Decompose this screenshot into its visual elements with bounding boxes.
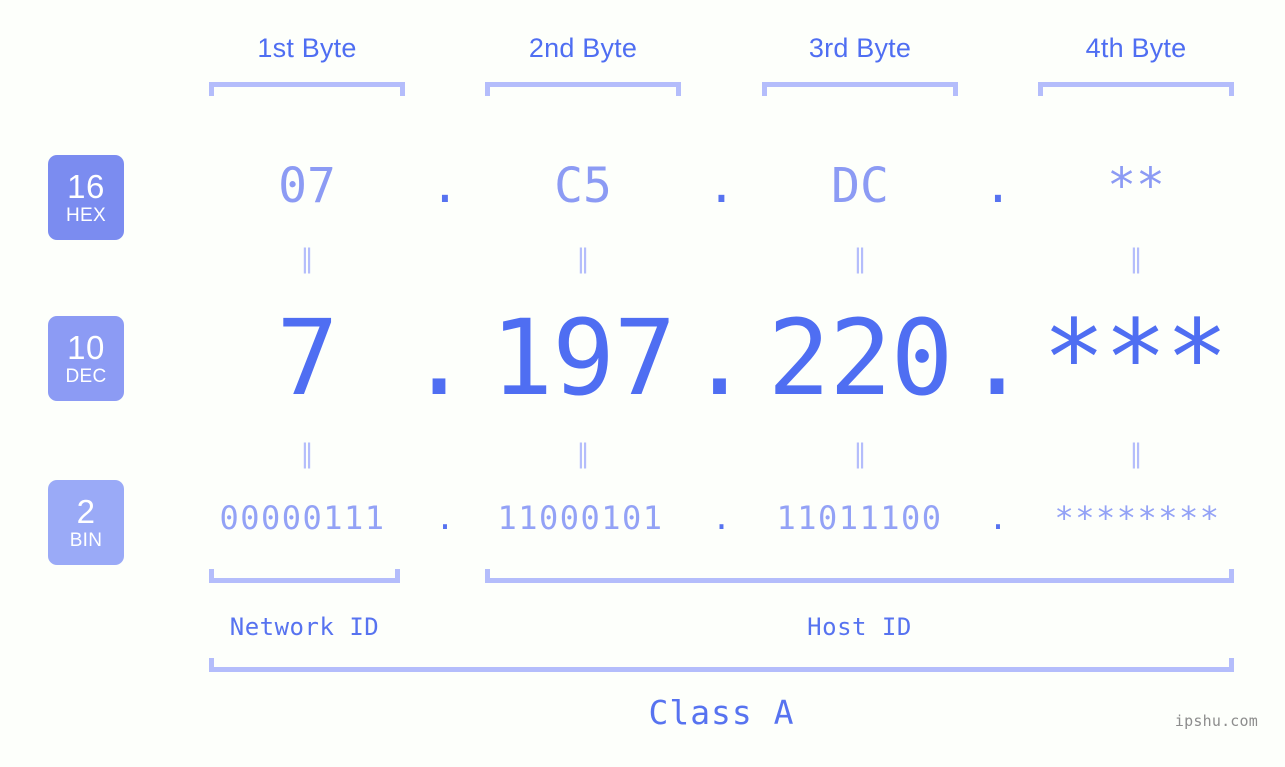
bin-byte-2: 11000101 <box>497 499 664 537</box>
dec-byte-2: 197 <box>490 297 677 419</box>
bin-separator-3: . <box>988 499 1008 537</box>
host-id-label: Host ID <box>807 613 912 641</box>
equals-mark-dec-bin-1: ‖ <box>300 439 314 469</box>
base-badge-bin-label: BIN <box>69 530 103 551</box>
byte-bracket-1 <box>209 82 405 96</box>
equals-mark-hex-dec-3: ‖ <box>853 244 867 274</box>
byte-bracket-3 <box>762 82 958 96</box>
bin-separator-1: . <box>435 499 455 537</box>
bin-byte-1: 00000111 <box>219 499 386 537</box>
equals-mark-dec-bin-2: ‖ <box>576 439 590 469</box>
hex-byte-1: 07 <box>278 158 336 214</box>
byte-header-3: 3rd Byte <box>808 33 912 63</box>
dec-separator-2: . <box>688 297 751 419</box>
dec-byte-1: 7 <box>276 297 339 419</box>
byte-header-1: 1st Byte <box>257 33 357 63</box>
equals-mark-hex-dec-1: ‖ <box>300 244 314 274</box>
hex-byte-3: DC <box>831 158 889 214</box>
byte-bracket-2 <box>485 82 681 96</box>
host-id-bracket <box>485 569 1234 583</box>
bin-byte-3: 11011100 <box>776 499 943 537</box>
base-badge-dec: 10 DEC <box>48 316 124 401</box>
byte-bracket-4 <box>1038 82 1234 96</box>
bin-separator-2: . <box>711 499 732 537</box>
network-id-label: Network ID <box>229 613 380 641</box>
bin-byte-4: ******** <box>1054 499 1221 537</box>
dec-separator-3: . <box>965 297 1029 419</box>
hex-separator-2: . <box>707 158 736 214</box>
hex-byte-2: C5 <box>554 158 612 214</box>
equals-mark-dec-bin-3: ‖ <box>853 439 867 469</box>
dec-separator-1: . <box>407 297 471 419</box>
equals-mark-hex-dec-2: ‖ <box>576 244 590 274</box>
base-badge-hex-number: 16 <box>67 168 105 205</box>
dec-byte-4: *** <box>1042 297 1229 419</box>
class-bracket <box>209 658 1234 672</box>
dec-byte-3: 220 <box>767 297 954 419</box>
hex-byte-4: ** <box>1107 158 1165 214</box>
base-badge-bin: 2 BIN <box>48 480 124 565</box>
hex-separator-3: . <box>983 158 1013 214</box>
base-badge-dec-number: 10 <box>67 329 105 366</box>
class-label: Class A <box>648 693 795 732</box>
site-watermark: ipshu.com <box>1174 712 1258 730</box>
network-id-bracket <box>209 569 400 583</box>
base-badge-dec-label: DEC <box>65 366 107 387</box>
byte-header-2: 2nd Byte <box>528 33 638 63</box>
equals-mark-hex-dec-4: ‖ <box>1129 244 1143 274</box>
byte-header-4: 4th Byte <box>1085 33 1187 63</box>
ip-address-breakdown-diagram: 1st Byte 2nd Byte 3rd Byte 4th Byte 16 H… <box>0 0 1285 767</box>
base-badge-hex: 16 HEX <box>48 155 124 240</box>
base-badge-hex-label: HEX <box>66 205 106 226</box>
hex-separator-1: . <box>430 158 460 214</box>
base-badge-bin-number: 2 <box>76 493 96 530</box>
equals-mark-dec-bin-4: ‖ <box>1129 439 1143 469</box>
